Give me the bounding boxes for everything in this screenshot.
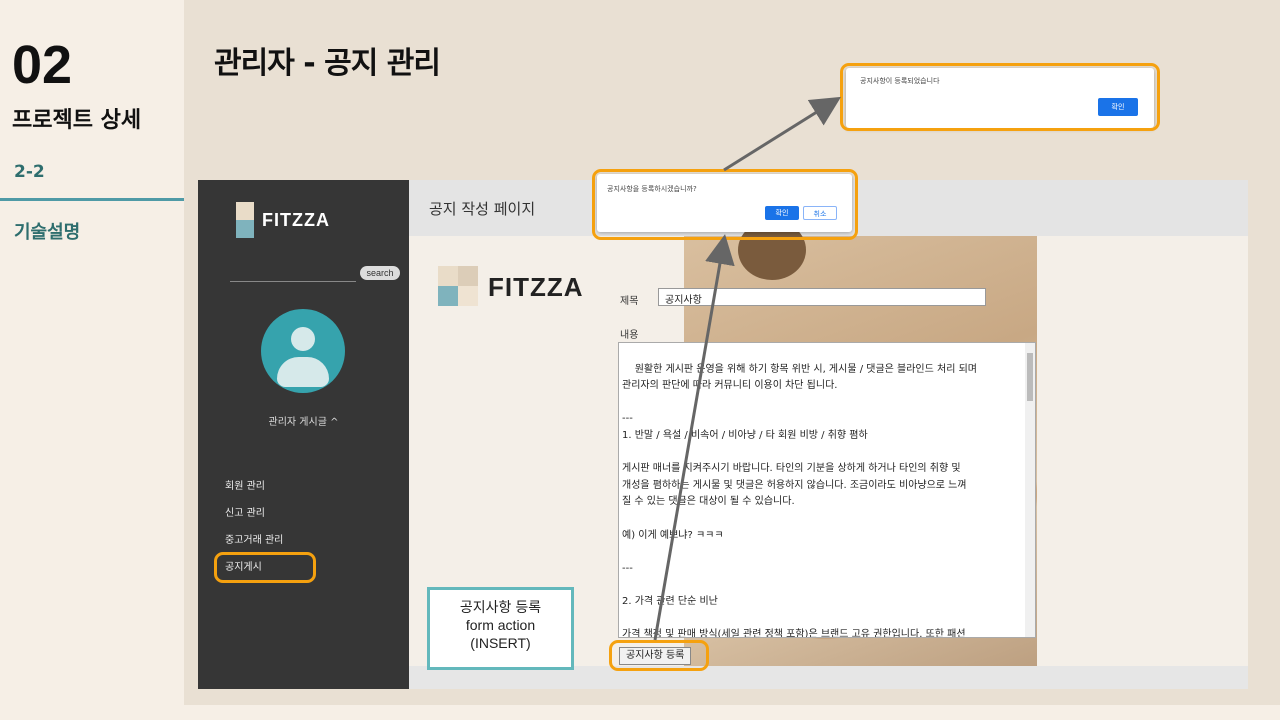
arrow-confirm-to-alert bbox=[723, 96, 842, 172]
flow-arrows bbox=[653, 96, 842, 641]
arrow-submit-to-confirm bbox=[653, 234, 735, 641]
